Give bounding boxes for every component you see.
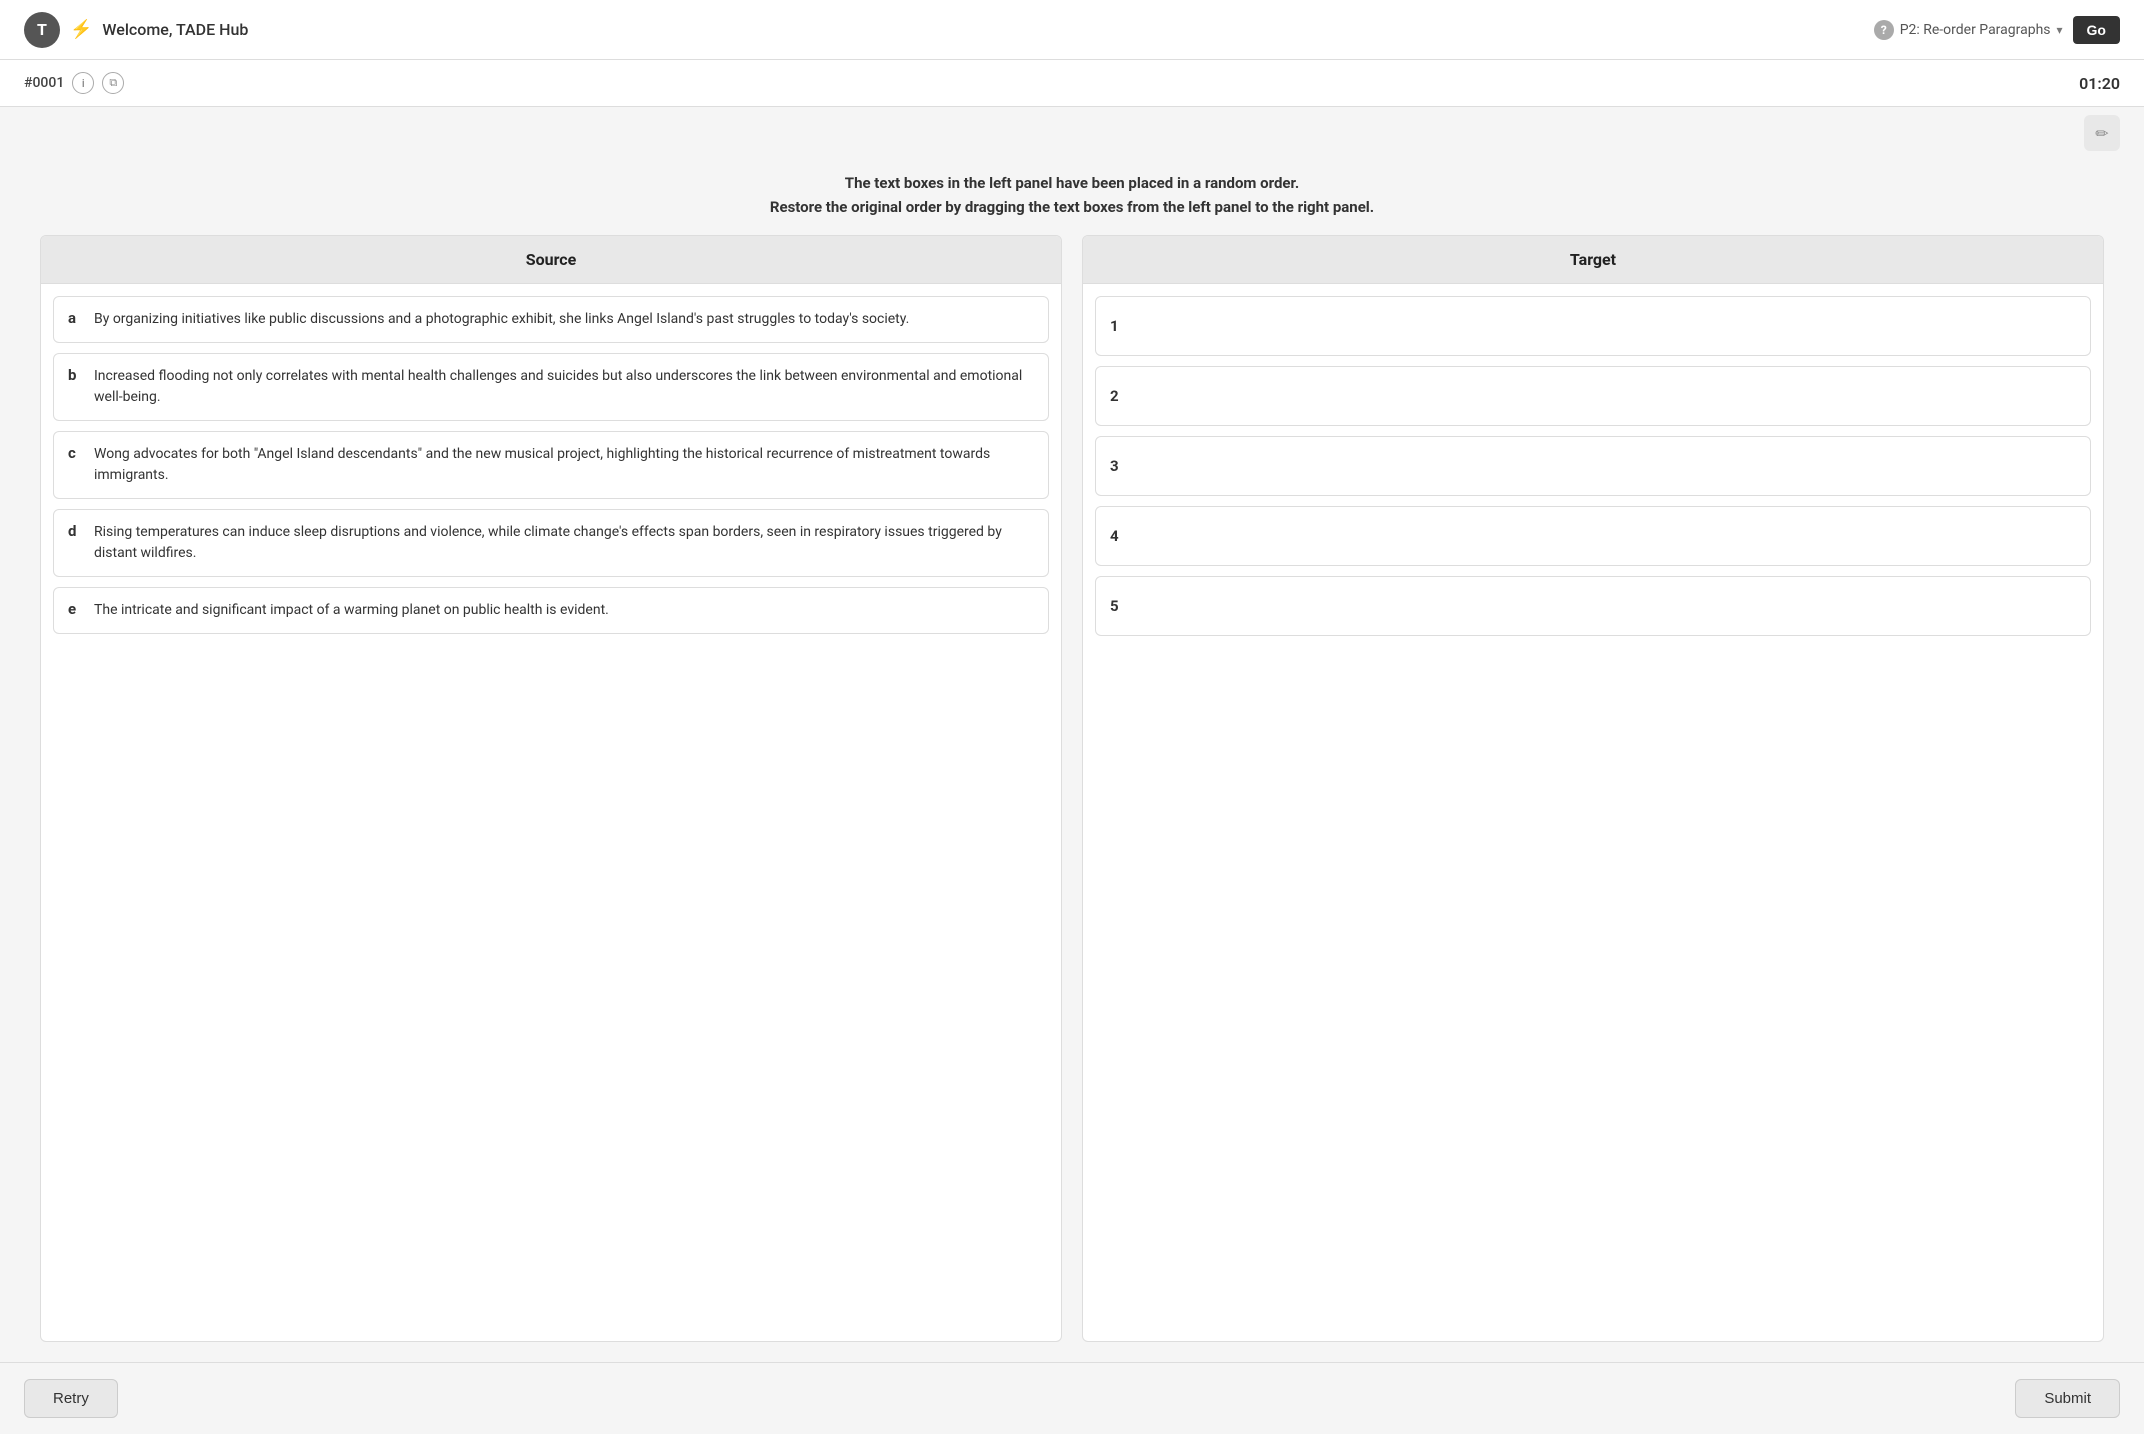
source-item-label: b (68, 366, 82, 384)
source-item-text: Rising temperatures can induce sleep dis… (94, 522, 1034, 564)
source-panel-body: a By organizing initiatives like public … (41, 284, 1061, 646)
target-slot-label: 3 (1110, 457, 1119, 475)
chevron-down-icon: ▾ (2057, 23, 2063, 37)
target-slot[interactable]: 3 (1095, 436, 2091, 496)
target-panel-body: 1 2 3 4 5 (1083, 284, 2103, 648)
header: T ⚡ Welcome, TADE Hub ? P2: Re-order Par… (0, 0, 2144, 60)
instruction-line1: The text boxes in the left panel have be… (24, 171, 2120, 195)
item-id-text: #0001 (24, 75, 64, 91)
edit-icon[interactable]: ✏ (2084, 115, 2120, 151)
target-slot-label: 4 (1110, 527, 1119, 545)
footer: Retry Submit (0, 1362, 2144, 1434)
retry-button[interactable]: Retry (24, 1379, 118, 1418)
question-icon: ? (1874, 20, 1894, 40)
source-item[interactable]: a By organizing initiatives like public … (53, 296, 1049, 343)
source-item-label: e (68, 600, 82, 618)
source-item-label: c (68, 444, 82, 462)
source-item-label: a (68, 309, 82, 327)
subheader: #0001 i ⧉ 01:20 (0, 60, 2144, 107)
lightning-icon: ⚡ (70, 19, 92, 40)
target-slot-label: 5 (1110, 597, 1119, 615)
go-button[interactable]: Go (2073, 16, 2120, 44)
copy-icon[interactable]: ⧉ (102, 72, 124, 94)
target-slot[interactable]: 2 (1095, 366, 2091, 426)
task-label: P2: Re-order Paragraphs (1900, 22, 2051, 38)
item-id-area: #0001 i ⧉ (24, 72, 124, 94)
header-left: T ⚡ Welcome, TADE Hub (24, 12, 248, 48)
target-panel: Target 1 2 3 4 5 (1082, 235, 2104, 1342)
main-content: Source a By organizing initiatives like … (0, 235, 2144, 1362)
target-slot[interactable]: 5 (1095, 576, 2091, 636)
source-item[interactable]: e The intricate and significant impact o… (53, 587, 1049, 634)
task-selector[interactable]: ? P2: Re-order Paragraphs ▾ (1874, 20, 2063, 40)
info-icon[interactable]: i (72, 72, 94, 94)
submit-button[interactable]: Submit (2015, 1379, 2120, 1418)
source-item-text: The intricate and significant impact of … (94, 600, 609, 621)
source-item[interactable]: c Wong advocates for both "Angel Island … (53, 431, 1049, 499)
avatar: T (24, 12, 60, 48)
source-item-text: Wong advocates for both "Angel Island de… (94, 444, 1034, 486)
source-panel-header: Source (41, 236, 1061, 284)
instruction-line2: Restore the original order by dragging t… (24, 195, 2120, 219)
header-right: ? P2: Re-order Paragraphs ▾ Go (1874, 16, 2120, 44)
target-panel-header: Target (1083, 236, 2103, 284)
source-item[interactable]: b Increased flooding not only correlates… (53, 353, 1049, 421)
target-slot[interactable]: 1 (1095, 296, 2091, 356)
source-item[interactable]: d Rising temperatures can induce sleep d… (53, 509, 1049, 577)
source-item-text: By organizing initiatives like public di… (94, 309, 909, 330)
source-panel: Source a By organizing initiatives like … (40, 235, 1062, 1342)
header-title: Welcome, TADE Hub (102, 20, 248, 39)
timer: 01:20 (2079, 74, 2120, 93)
app-container: T ⚡ Welcome, TADE Hub ? P2: Re-order Par… (0, 0, 2144, 1434)
target-slot[interactable]: 4 (1095, 506, 2091, 566)
edit-area: ✏ (0, 107, 2144, 151)
target-slot-label: 1 (1110, 317, 1119, 335)
source-item-text: Increased flooding not only correlates w… (94, 366, 1034, 408)
target-slot-label: 2 (1110, 387, 1119, 405)
source-item-label: d (68, 522, 82, 540)
instructions: The text boxes in the left panel have be… (0, 151, 2144, 235)
